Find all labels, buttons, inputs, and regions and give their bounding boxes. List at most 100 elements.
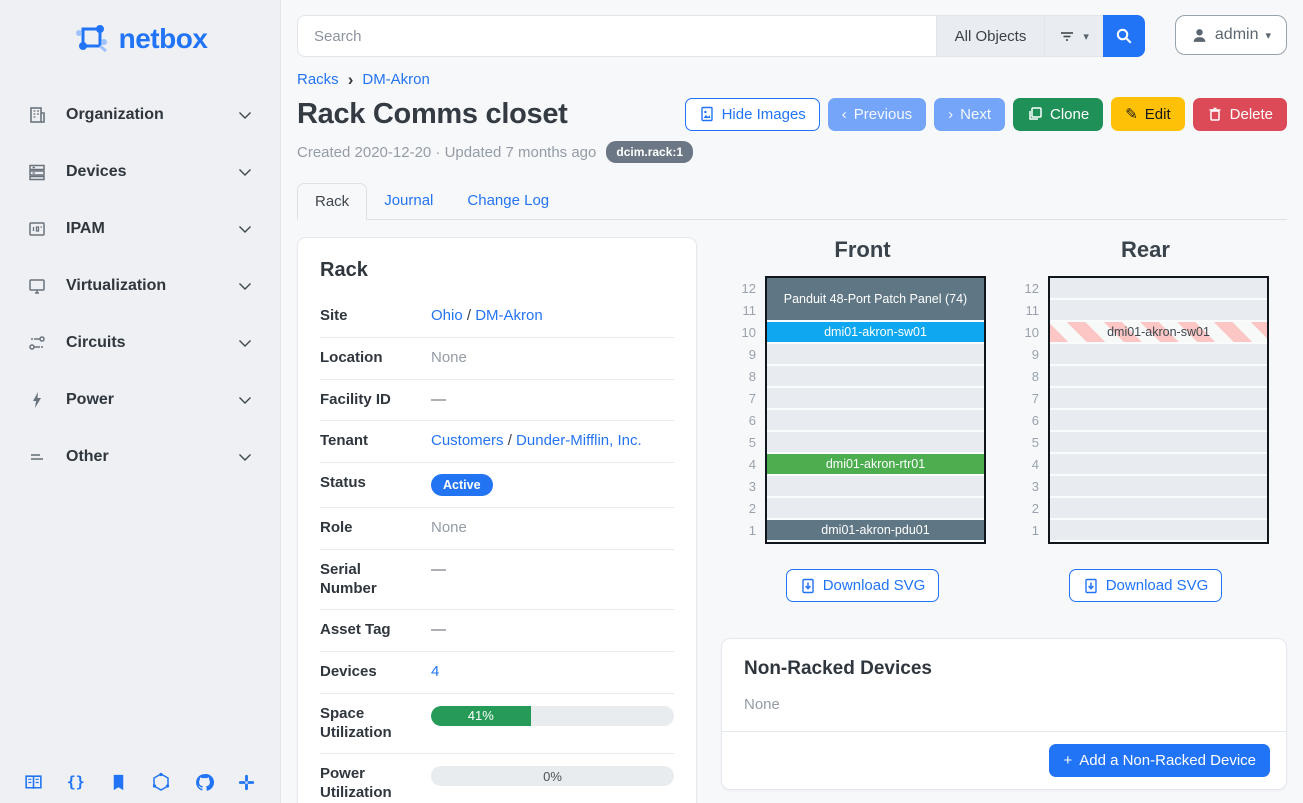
empty-rack-unit-9[interactable] [767,344,984,364]
clone-button[interactable]: Clone [1013,98,1103,131]
empty-rack-unit-1[interactable] [1050,520,1267,540]
front-download-svg-button[interactable]: Download SVG [786,569,940,602]
trash-icon [1207,106,1223,122]
sidebar-item-devices[interactable]: Devices [0,143,280,200]
sidebar-item-label: Devices [66,163,236,181]
caret-down-icon: ▾ [1083,30,1089,43]
attribute-link[interactable]: Customers [431,432,504,449]
unit-number: 7 [1022,388,1048,410]
hide-images-button[interactable]: Hide Images [685,98,820,131]
devices-count-link[interactable]: 4 [431,663,439,680]
empty-rack-unit-8[interactable] [1050,366,1267,386]
unit-number: 1 [1022,520,1048,542]
edit-button[interactable]: ✎ Edit [1111,97,1184,131]
previous-button[interactable]: ‹ Previous [828,98,926,131]
chevron-right-icon: › [948,106,953,123]
rack-device-label: dmi01-akron-sw01 [1107,325,1210,339]
github-icon[interactable] [193,771,215,793]
rear-elevation-title: Rear [1121,237,1170,263]
rack-device[interactable]: dmi01-akron-pdu01 [767,520,984,540]
empty-rack-unit-2[interactable] [767,498,984,518]
sidebar-item-virtualization[interactable]: Virtualization [0,257,280,314]
rack-device[interactable]: dmi01-akron-sw01 [1050,322,1267,342]
attribute-link[interactable]: DM-Akron [475,307,543,324]
chevron-left-icon: ‹ [842,106,847,123]
empty-rack-unit-12[interactable] [1050,278,1267,298]
empty-rack-unit-11[interactable] [1050,300,1267,320]
rear-unit-numbers: 121110987654321 [1022,276,1048,544]
sidebar-item-organization[interactable]: Organization [0,86,280,143]
breadcrumb-dm-akron-link[interactable]: DM-Akron [362,71,430,88]
attribute-link[interactable]: Dunder-Mifflin, Inc. [516,432,642,449]
attribute-link[interactable]: Ohio [431,307,463,324]
breadcrumb-racks-link[interactable]: Racks [297,71,339,88]
netbox-logo[interactable]: netbox [0,12,280,68]
rear-download-svg-button[interactable]: Download SVG [1069,569,1223,602]
empty-rack-unit-7[interactable] [1050,388,1267,408]
unit-number: 11 [739,300,765,322]
rack-device-label: dmi01-akron-rtr01 [826,457,925,471]
rest-api-braces-icon[interactable]: {} [65,771,87,793]
attribute-value: Ohio / DM-Akron [415,307,674,324]
rack-attributes-table: SiteOhio / DM-AkronLocationNoneFacility … [320,296,674,803]
empty-rack-unit-7[interactable] [767,388,984,408]
right-column: Front 121110987654321 Panduit 48-Port Pa… [721,237,1287,803]
sidebar-item-circuits[interactable]: Circuits [0,314,280,371]
slack-icon[interactable] [236,771,258,793]
rack-device[interactable]: dmi01-akron-sw01 [767,322,984,342]
user-icon [1191,27,1208,44]
empty-rack-unit-5[interactable] [1050,432,1267,452]
search-submit-button[interactable] [1103,15,1145,57]
graphql-icon[interactable] [150,771,172,793]
user-menu-button[interactable]: admin ▾ [1175,15,1287,55]
search-filter-dropdown[interactable]: ▾ [1044,15,1103,57]
unit-number: 2 [1022,498,1048,520]
global-search: All Objects ▾ [297,15,1145,57]
attribute-label: Serial Number [320,561,415,599]
add-non-racked-device-button[interactable]: + Add a Non-Racked Device [1049,744,1270,777]
rack-card-title: Rack [320,259,674,282]
delete-button[interactable]: Delete [1193,98,1287,131]
file-download-icon [800,578,816,594]
unit-number: 1 [739,520,765,542]
empty-rack-unit-6[interactable] [767,410,984,430]
chevron-down-icon [236,334,254,352]
tab-journal[interactable]: Journal [367,183,450,219]
rack-device[interactable]: Panduit 48-Port Patch Panel (74) [767,278,984,320]
attribute-label: Space Utilization [320,705,415,743]
empty-rack-unit-2[interactable] [1050,498,1267,518]
rack-device[interactable]: dmi01-akron-rtr01 [767,454,984,474]
image-file-icon [699,106,715,122]
ip-grid-icon [26,218,48,240]
empty-rack-unit-5[interactable] [767,432,984,452]
unit-number: 2 [739,498,765,520]
search-scope-dropdown[interactable]: All Objects [936,15,1045,57]
empty-rack-unit-8[interactable] [767,366,984,386]
unit-number: 5 [739,432,765,454]
sidebar-item-power[interactable]: Power [0,371,280,428]
non-racked-devices-title: Non-Racked Devices [722,639,1286,680]
chevron-down-icon [236,220,254,238]
rack-attribute-row: Power Utilization0% [320,754,674,803]
unit-number: 4 [1022,454,1048,476]
sidebar: netbox Organization Devices IPAMVirtualiza… [0,0,281,803]
empty-rack-unit-3[interactable] [767,476,984,496]
tab-change-log[interactable]: Change Log [450,183,566,219]
empty-rack-unit-3[interactable] [1050,476,1267,496]
filter-icon [1059,28,1075,44]
search-input[interactable] [297,15,936,57]
sidebar-item-other[interactable]: Other [0,428,280,485]
rack-device-label: dmi01-akron-pdu01 [821,523,929,537]
sidebar-item-ipam[interactable]: IPAM [0,200,280,257]
tab-rack[interactable]: Rack [297,183,367,220]
main-content: All Objects ▾ admi [281,0,1303,803]
empty-rack-unit-9[interactable] [1050,344,1267,364]
api-journal-icon[interactable] [108,771,130,793]
empty-rack-unit-6[interactable] [1050,410,1267,430]
docs-book-icon[interactable] [22,771,44,793]
object-id-badge: dcim.rack:1 [606,141,693,163]
attribute-value: — [415,621,674,638]
rack-attribute-row: Asset Tag— [320,610,674,652]
next-button[interactable]: › Next [934,98,1005,131]
empty-rack-unit-4[interactable] [1050,454,1267,474]
